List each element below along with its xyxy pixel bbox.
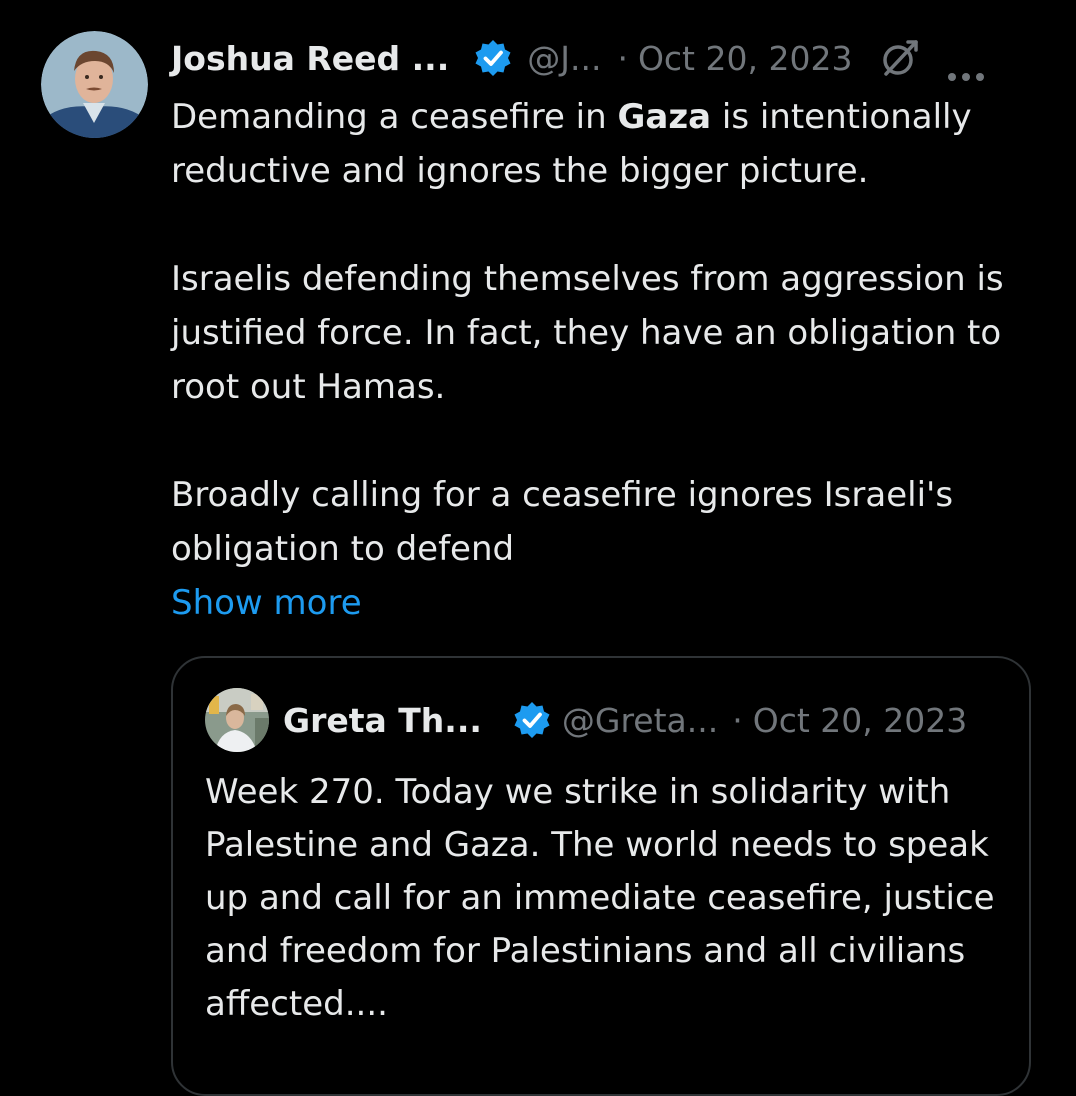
author-avatar[interactable]: [41, 31, 148, 138]
tweet-text: Demanding a ceasefire in Gaza is intenti…: [171, 90, 1051, 630]
grok-icon[interactable]: [878, 36, 922, 80]
quote-author-avatar: [205, 688, 269, 752]
hashtag-gaza[interactable]: Gaza: [617, 97, 711, 137]
quote-header-separator: ·: [732, 700, 743, 740]
verified-badge-icon: [473, 38, 513, 78]
tweet-text-segment: Demanding a ceasefire in: [171, 97, 618, 137]
quote-date[interactable]: Oct 20, 2023: [753, 701, 968, 740]
quote-author-handle[interactable]: @Greta...: [562, 701, 718, 740]
quote-author-name[interactable]: Greta Th...: [283, 701, 482, 740]
show-more-link[interactable]: Show more: [171, 576, 362, 630]
verified-badge-icon: [512, 700, 552, 740]
tweet-header: Joshua Reed ... @J... · Oct 20, 2023: [171, 34, 1051, 82]
author-handle[interactable]: @J...: [527, 39, 601, 78]
quote-text: Week 270. Today we strike in solidarity …: [205, 772, 995, 1024]
quote-header: Greta Th... @Greta... · Oct 20, 2023: [205, 688, 967, 752]
author-name[interactable]: Joshua Reed ...: [171, 39, 449, 78]
tweet-paragraph-3: Broadly calling for a ceasefire ignores …: [171, 475, 954, 569]
tweet-date[interactable]: Oct 20, 2023: [638, 39, 853, 78]
tweet-screen: { "colors": { "background": "#000000", "…: [0, 0, 1076, 1096]
more-options-icon[interactable]: [946, 52, 986, 81]
tweet-paragraph-2: Israelis defending themselves from aggre…: [171, 259, 1004, 407]
quoted-tweet-card[interactable]: Greta Th... @Greta... · Oct 20, 2023 Wee…: [171, 656, 1031, 1096]
header-separator: ·: [617, 38, 628, 78]
tweet-paragraph-1: Demanding a ceasefire in Gaza is intenti…: [171, 90, 1051, 198]
